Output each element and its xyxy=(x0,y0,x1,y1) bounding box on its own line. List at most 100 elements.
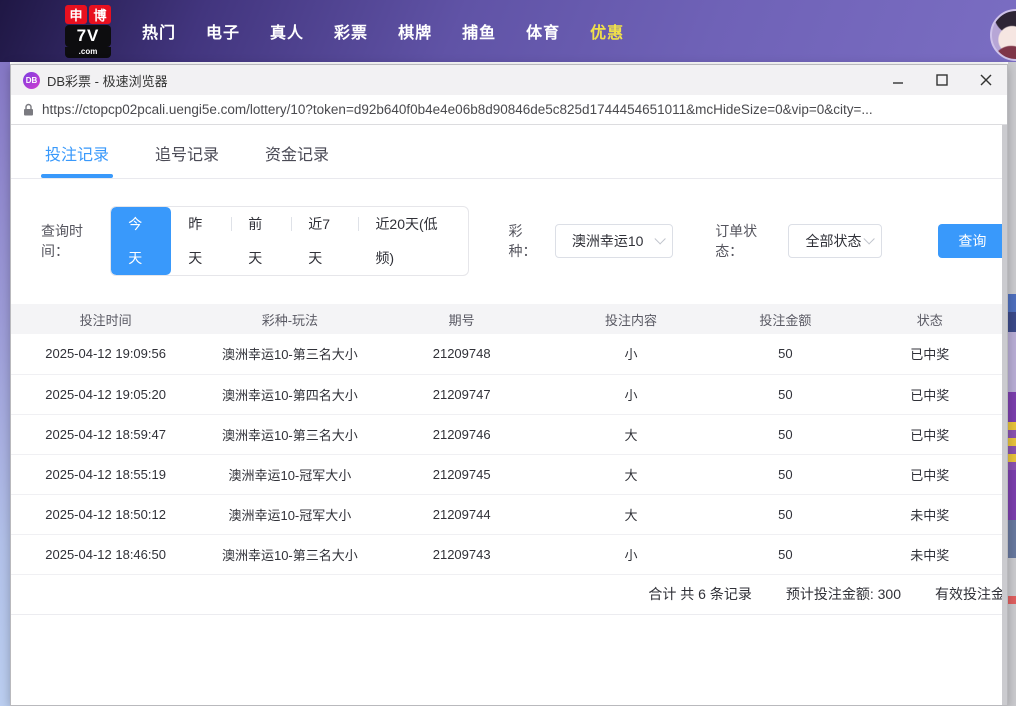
cell-bet-content: 大 xyxy=(543,414,719,455)
logo-7v: 7V xyxy=(65,24,111,47)
cell-issue-number: 21209746 xyxy=(379,414,544,455)
chevron-down-icon xyxy=(654,233,666,245)
cell-bet-time: 2025-04-12 19:05:20 xyxy=(11,374,201,415)
browser-window: DB DB彩票 - 极速浏览器 https://ctopcp02pcali.ue… xyxy=(10,64,1008,706)
nav-item[interactable]: 捕鱼 xyxy=(462,19,496,43)
lock-icon xyxy=(24,103,33,116)
edge-fragment xyxy=(1008,596,1016,604)
edge-fragment xyxy=(1008,422,1016,470)
vertical-scrollbar[interactable] xyxy=(1002,125,1007,705)
lottery-select[interactable]: 澳洲幸运10 xyxy=(554,224,674,258)
page-content: 投注记录 追号记录 资金记录 查询时间： 今天 昨天 前天 近7天 近20天(低频) 彩种：… xyxy=(11,125,1007,705)
cell-bet-amount: 50 xyxy=(718,454,853,495)
order-status-label: 订单状态： xyxy=(715,223,758,259)
page-edge-right xyxy=(1008,62,1016,706)
url-text: https://ctopcp02pcali.uengi5e.com/lotter… xyxy=(42,102,873,117)
cell-bet-time: 2025-04-12 18:55:19 xyxy=(11,454,201,495)
cell-bet-content: 小 xyxy=(543,334,719,375)
cell-bet-amount: 50 xyxy=(718,494,853,535)
url-bar[interactable]: https://ctopcp02pcali.uengi5e.com/lotter… xyxy=(11,95,1007,125)
cell-game-play: 澳洲幸运10-第四名大小 xyxy=(200,374,380,415)
cell-bet-time: 2025-04-12 18:59:47 xyxy=(11,414,201,455)
tab[interactable]: 追号记录 xyxy=(155,141,219,178)
cell-issue-number: 21209743 xyxy=(379,534,544,575)
site-header: 申 博 7V .com 热门 电子 真人 彩票 棋牌 捕鱼 体育 优惠 xyxy=(0,0,1016,62)
browser-app-icon: DB xyxy=(23,71,40,89)
edge-fragment xyxy=(1008,520,1016,558)
close-icon xyxy=(980,74,992,86)
cell-bet-content: 小 xyxy=(543,374,719,415)
cell-bet-content: 小 xyxy=(543,534,719,575)
summary-valid-amount: 有效投注金 xyxy=(935,586,1005,602)
table-row: 2025-04-12 18:59:47 澳洲幸运10-第三名大小 21209746 大… xyxy=(11,414,1007,455)
cell-game-play: 澳洲幸运10-第三名大小 xyxy=(200,334,380,375)
window-title-group: DB DB彩票 - 极速浏览器 xyxy=(23,71,168,90)
search-button[interactable]: 查询 xyxy=(937,224,1007,258)
order-status-value: 全部状态 xyxy=(805,233,862,249)
window-controls xyxy=(891,73,993,87)
table-row: 2025-04-12 19:09:56 澳洲幸运10-第三名大小 21209748 小… xyxy=(11,334,1007,375)
nav-item[interactable]: 电子 xyxy=(206,19,240,43)
close-button[interactable] xyxy=(979,73,993,87)
summary-bar: 合计 共 6 条记录 预计投注金额: 300 有效投注金 xyxy=(11,575,1007,615)
column-header: 投注金额 xyxy=(718,304,853,334)
user-avatar[interactable] xyxy=(990,9,1016,61)
cell-bet-time: 2025-04-12 18:50:12 xyxy=(11,494,201,535)
nav-item[interactable]: 彩票 xyxy=(334,19,368,43)
table-row: 2025-04-12 18:46:50 澳洲幸运10-第三名大小 21209743 小… xyxy=(11,534,1007,575)
cell-bet-content: 大 xyxy=(543,454,719,495)
summary-total-records: 合计 共 6 条记录 xyxy=(648,586,752,602)
time-range-group: 今天 昨天 前天 近7天 近20天(低频) xyxy=(110,206,469,276)
cell-status: 未中奖 xyxy=(852,494,1007,535)
window-title: DB彩票 - 极速浏览器 xyxy=(47,73,168,89)
time-filter-label: 查询时间： xyxy=(41,223,83,259)
site-logo[interactable]: 申 博 7V .com xyxy=(60,4,116,58)
chevron-down-icon xyxy=(863,233,875,245)
table-header-row: 投注时间 彩种-玩法 期号 投注内容 投注金额 状态 xyxy=(11,304,1007,334)
lottery-select-value: 澳洲幸运10 xyxy=(571,233,644,249)
column-header: 期号 xyxy=(379,304,544,334)
cell-bet-amount: 50 xyxy=(718,374,853,415)
tab[interactable]: 资金记录 xyxy=(265,141,329,178)
cell-status: 已中奖 xyxy=(852,454,1007,495)
nav-item[interactable]: 体育 xyxy=(526,19,560,43)
cell-game-play: 澳洲幸运10-冠军大小 xyxy=(200,454,380,495)
time-range-option[interactable]: 今天 xyxy=(111,207,172,275)
time-range-option[interactable]: 昨天 xyxy=(171,207,231,275)
page-edge-left xyxy=(0,62,10,706)
summary-expected-amount: 预计投注金额: 300 xyxy=(785,586,901,602)
edge-fragment xyxy=(1008,312,1016,332)
table-row: 2025-04-12 18:55:19 澳洲幸运10-冠军大小 21209745 大 5… xyxy=(11,454,1007,495)
order-status-select[interactable]: 全部状态 xyxy=(788,224,882,258)
logo-red-tiles: 申 博 xyxy=(65,4,111,24)
tab[interactable]: 投注记录 xyxy=(40,141,114,178)
table-body: 2025-04-12 19:09:56 澳洲幸运10-第三名大小 21209748 小… xyxy=(11,334,1007,575)
table-row: 2025-04-12 18:50:12 澳洲幸运10-冠军大小 21209744 大 5… xyxy=(11,494,1007,535)
cell-bet-amount: 50 xyxy=(718,414,853,455)
cell-bet-amount: 50 xyxy=(718,534,853,575)
time-range-option[interactable]: 近7天 xyxy=(291,207,358,275)
lottery-filter-label: 彩种： xyxy=(508,223,537,259)
cell-game-play: 澳洲幸运10-冠军大小 xyxy=(200,494,380,535)
filter-bar: 查询时间： 今天 昨天 前天 近7天 近20天(低频) 彩种： 澳洲幸运10 订单状态：… xyxy=(41,206,1007,276)
nav-item[interactable]: 优惠 xyxy=(590,19,624,43)
nav-item[interactable]: 热门 xyxy=(142,19,176,43)
cell-bet-amount: 50 xyxy=(718,334,853,375)
time-range-option[interactable]: 近20天(低频) xyxy=(358,207,467,275)
cell-game-play: 澳洲幸运10-第三名大小 xyxy=(200,414,380,455)
screen: 申 博 7V .com 热门 电子 真人 彩票 棋牌 捕鱼 体育 优惠 DB DB彩票 - 极… xyxy=(0,0,1016,706)
maximize-button[interactable] xyxy=(935,73,949,87)
nav-item[interactable]: 棋牌 xyxy=(398,19,432,43)
minimize-button[interactable] xyxy=(891,73,905,87)
time-range-option[interactable]: 前天 xyxy=(231,207,291,275)
nav-item[interactable]: 真人 xyxy=(270,19,304,43)
column-header: 彩种-玩法 xyxy=(200,304,380,334)
logo-tile-shen: 申 xyxy=(65,4,87,24)
edge-fragment xyxy=(1008,470,1016,520)
cell-bet-time: 2025-04-12 18:46:50 xyxy=(11,534,201,575)
window-titlebar: DB DB彩票 - 极速浏览器 xyxy=(11,65,1007,95)
cell-bet-content: 大 xyxy=(543,494,719,535)
cell-status: 未中奖 xyxy=(852,534,1007,575)
cell-issue-number: 21209745 xyxy=(379,454,544,495)
column-header: 投注时间 xyxy=(11,304,201,334)
